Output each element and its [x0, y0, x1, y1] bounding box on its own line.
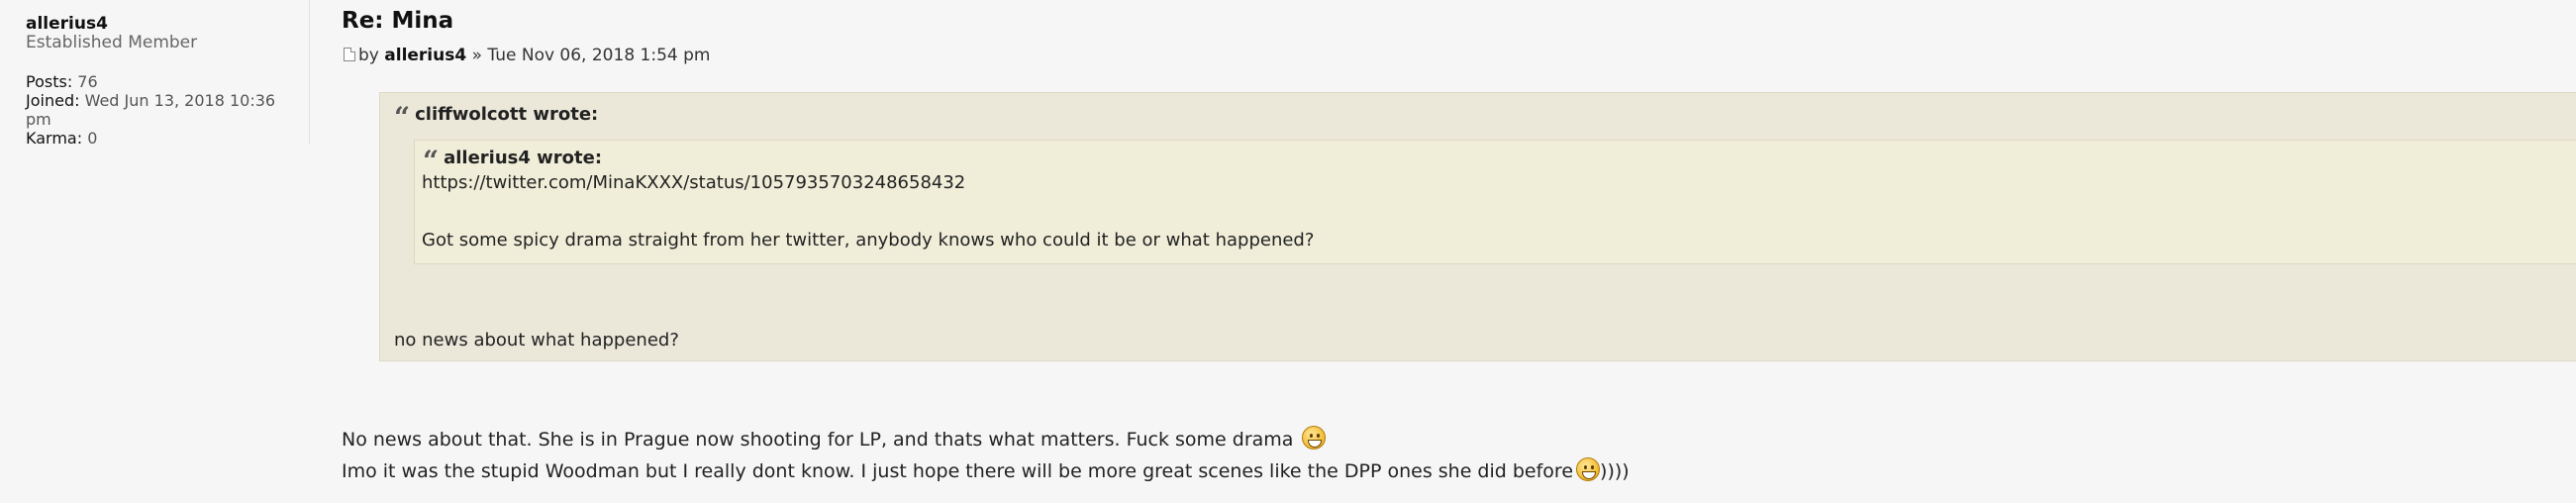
- post-title[interactable]: Re: Mina: [342, 8, 453, 34]
- separator: »: [471, 46, 482, 65]
- karma-value: 0: [87, 129, 98, 148]
- post-line-2: Imo it was the stupid Woodman but I real…: [342, 457, 1630, 482]
- inner-quote-link[interactable]: https://twitter.com/MinaKXXX/status/1057…: [422, 172, 965, 193]
- smiley-icon: [1302, 426, 1327, 450]
- quote-icon: “: [394, 101, 411, 134]
- posts-value[interactable]: 76: [77, 72, 97, 91]
- profile-joined: Joined: Wed Jun 13, 2018 10:36: [26, 90, 275, 111]
- post-author-line: by allerius4 » Tue Nov 06, 2018 1:54 pm: [344, 46, 710, 65]
- profile-posts: Posts: 76: [26, 71, 98, 92]
- post-profile: allerius4 Established Member Posts: 76 J…: [0, 0, 310, 148]
- joined-value-cont: pm: [26, 110, 51, 129]
- karma-label: Karma:: [26, 129, 83, 148]
- outer-quote-author[interactable]: cliffwolcott wrote:: [415, 104, 598, 125]
- joined-value: Wed Jun 13, 2018 10:36: [84, 91, 276, 110]
- post-body: Re: Mina by allerius4 » Tue Nov 06, 2018…: [342, 0, 2576, 503]
- joined-label: Joined:: [26, 91, 80, 110]
- outer-quote-reply: no news about what happened?: [394, 330, 679, 351]
- posts-label: Posts:: [26, 72, 73, 91]
- smiley-icon: [1576, 457, 1601, 481]
- post-line-2-suffix: )))): [1600, 460, 1630, 482]
- inner-quote-author[interactable]: allerius4 wrote:: [444, 148, 602, 168]
- post-icon[interactable]: [344, 48, 355, 61]
- outer-quote-header: “cliffwolcott wrote:: [394, 101, 598, 134]
- post-author[interactable]: allerius4: [384, 46, 466, 65]
- profile-joined-cont: pm: [26, 109, 51, 130]
- inner-quote-text: Got some spicy drama straight from her t…: [422, 230, 1315, 251]
- post-line-2-text: Imo it was the stupid Woodman but I real…: [342, 460, 1574, 482]
- post-timestamp: Tue Nov 06, 2018 1:54 pm: [487, 46, 711, 65]
- profile-karma: Karma: 0: [26, 128, 97, 149]
- profile-username[interactable]: allerius4: [26, 14, 108, 34]
- profile-rank: Established Member: [26, 33, 198, 52]
- by-label: by: [358, 46, 379, 65]
- outer-quote: “cliffwolcott wrote: “allerius4 wrote: h…: [379, 92, 2576, 361]
- post-line-1: No news about that. She is in Prague now…: [342, 426, 1327, 451]
- post-line-1-text: No news about that. She is in Prague now…: [342, 429, 1294, 451]
- inner-quote: “allerius4 wrote: https://twitter.com/Mi…: [414, 140, 2576, 264]
